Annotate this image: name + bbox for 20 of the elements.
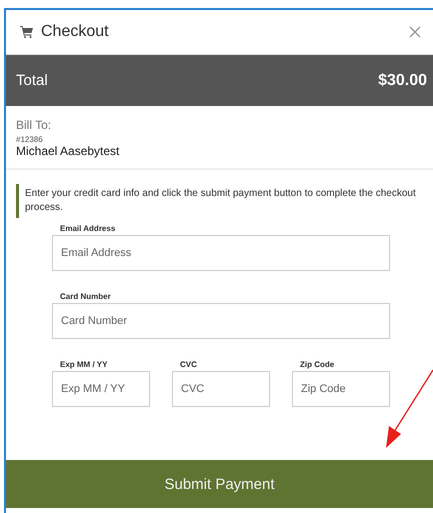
instruction-text: Enter your credit card info and click the submit payment button to complete the checkout process.: [16, 184, 423, 218]
close-icon[interactable]: [409, 26, 421, 38]
input-field[interactable]: Card Number: [52, 303, 390, 339]
total-amount: $30.00: [378, 72, 427, 90]
input-field[interactable]: CVC: [172, 371, 270, 407]
window-title: Checkout: [41, 23, 110, 41]
field-label: Zip Code: [299, 360, 336, 369]
input-field[interactable]: Exp MM / YY: [52, 371, 150, 407]
input-field[interactable]: Zip Code: [292, 371, 390, 407]
bill-to-heading: Bill To:: [16, 118, 52, 132]
submit-payment-button[interactable]: Submit Payment: [6, 460, 433, 508]
total-label: Total: [16, 72, 48, 89]
input-field[interactable]: Email Address: [52, 235, 390, 271]
cart-icon: [20, 26, 33, 38]
field-label: CVC: [179, 360, 198, 369]
customer-number: #12386: [16, 135, 44, 144]
field-label: Card Number: [59, 292, 112, 301]
field-label: Email Address: [59, 224, 116, 233]
field-label: Exp MM / YY: [59, 360, 108, 369]
customer-name: Michael Aasebytest: [16, 144, 120, 158]
